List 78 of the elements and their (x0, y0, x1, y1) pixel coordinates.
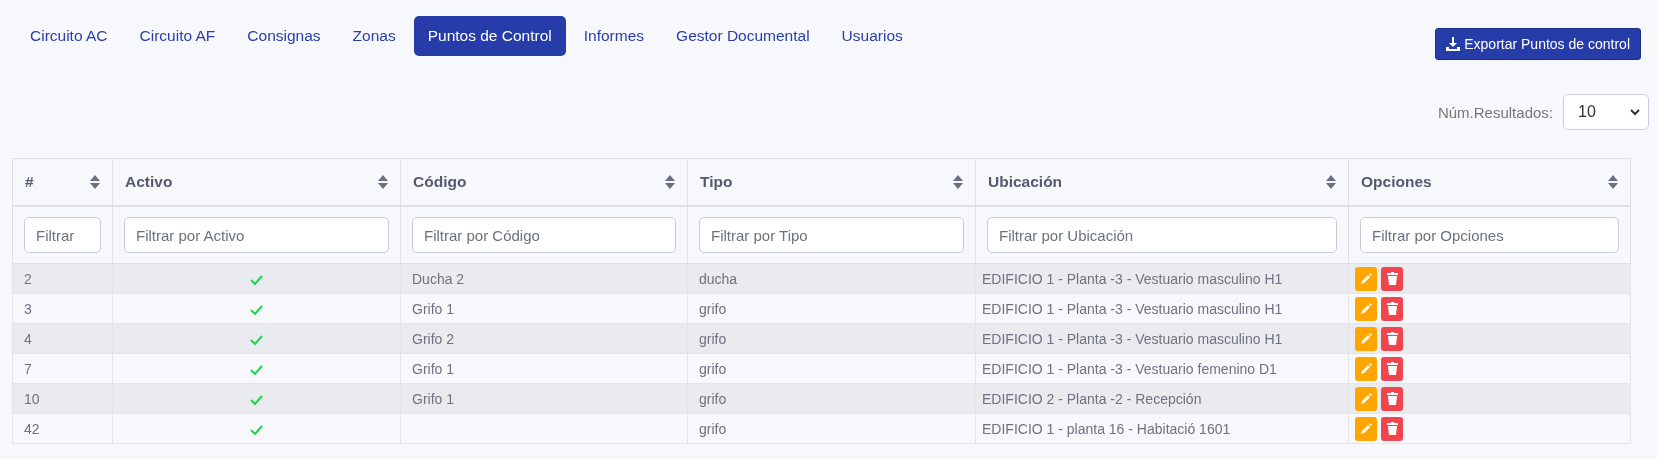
table-cell: 42 (24, 420, 40, 437)
chevron-icon (1630, 108, 1640, 116)
nav-tab[interactable]: Gestor Documental (662, 16, 824, 56)
filter-field[interactable]: Filtrar por Opciones (1360, 217, 1619, 253)
nav-tab[interactable]: Usuarios (827, 16, 917, 56)
column-header[interactable]: Opciones (1361, 173, 1432, 191)
trash-icon (1386, 272, 1398, 285)
pencil-icon (1360, 392, 1372, 405)
table-cell: Grifo 1 (412, 360, 454, 377)
table-cell: Grifo 2 (412, 330, 454, 347)
trash-icon (1386, 302, 1398, 315)
sort-icon[interactable] (1608, 175, 1618, 189)
pencil-icon (1360, 272, 1372, 285)
column-header[interactable]: Código (413, 173, 467, 191)
edit-button[interactable] (1355, 326, 1377, 351)
download-icon (1446, 37, 1461, 51)
results-label: Núm.Resultados: (1437, 103, 1553, 121)
edit-button[interactable] (1355, 386, 1377, 411)
column-header[interactable]: Ubicación (988, 173, 1063, 191)
edit-button[interactable] (1355, 296, 1377, 321)
delete-button[interactable] (1381, 296, 1403, 321)
filter-field[interactable]: Filtrar por Código (412, 217, 676, 253)
delete-button[interactable] (1381, 386, 1403, 411)
nav-tab[interactable]: Informes (569, 16, 659, 56)
table-cell: 3 (24, 300, 32, 317)
nav-tab[interactable]: Consignas (233, 16, 335, 56)
table-cell: EDIFICIO 1 - Planta -3 - Vestuario femenino D1 (982, 360, 1277, 377)
column-header[interactable]: Activo (125, 173, 173, 191)
nav-tab[interactable]: Zonas (338, 16, 410, 56)
delete-button[interactable] (1381, 266, 1403, 291)
trash-icon (1386, 332, 1398, 345)
filter-field[interactable]: Filtrar por Activo (124, 217, 389, 253)
export-button[interactable]: Exportar Puntos de control (1435, 28, 1641, 60)
nav-tab[interactable]: Circuito AF (125, 16, 230, 56)
table-cell: grifo (699, 420, 727, 437)
trash-icon (1386, 392, 1398, 405)
edit-button[interactable] (1355, 356, 1377, 381)
table-cell: 4 (24, 330, 32, 347)
pencil-icon (1360, 422, 1372, 435)
sort-icon[interactable] (665, 175, 675, 189)
table-cell: EDIFICIO 1 - Planta -3 - Vestuario masculino H1 (982, 330, 1283, 347)
table-cell: grifo (699, 300, 727, 317)
table-cell: Ducha 2 (412, 270, 465, 287)
table-cell: EDIFICIO 1 - Planta -3 - Vestuario masculino H1 (982, 270, 1283, 287)
table-cell: grifo (699, 360, 727, 377)
table-cell: 7 (24, 360, 32, 377)
edit-button[interactable] (1355, 416, 1377, 441)
table-cell: ducha (699, 270, 738, 287)
nav-tab[interactable]: Puntos de Control (413, 16, 566, 56)
delete-button[interactable] (1381, 416, 1403, 441)
sort-icon[interactable] (953, 175, 963, 189)
table-cell: EDIFICIO 2 - Planta -2 - Recepción (982, 390, 1202, 407)
sort-icon[interactable] (378, 175, 388, 189)
table-cell: EDIFICIO 1 - planta 16 - Habitació 1601 (982, 420, 1231, 437)
filter-field[interactable]: Filtrar por Ubicación (987, 217, 1337, 253)
filter-field[interactable]: Filtrar (24, 217, 101, 253)
trash-icon (1386, 362, 1398, 375)
sort-icon[interactable] (90, 175, 100, 189)
results-select[interactable]: 10 (1563, 94, 1649, 130)
pencil-icon (1360, 362, 1372, 375)
column-header[interactable]: Tipo (700, 173, 733, 191)
table-cell: Grifo 1 (412, 390, 454, 407)
table-cell: 2 (24, 270, 32, 287)
table-cell: grifo (699, 330, 727, 347)
delete-button[interactable] (1381, 356, 1403, 381)
table-cell: 10 (24, 390, 40, 407)
sort-icon[interactable] (1326, 175, 1336, 189)
column-header[interactable]: # (25, 173, 34, 191)
trash-icon (1386, 422, 1398, 435)
pencil-icon (1360, 302, 1372, 315)
pencil-icon (1360, 332, 1372, 345)
delete-button[interactable] (1381, 326, 1403, 351)
nav-tab[interactable]: Circuito AC (16, 16, 122, 56)
edit-button[interactable] (1355, 266, 1377, 291)
table-cell: EDIFICIO 1 - Planta -3 - Vestuario masculino H1 (982, 300, 1283, 317)
table-cell: grifo (699, 390, 727, 407)
table-cell: Grifo 1 (412, 300, 454, 317)
filter-field[interactable]: Filtrar por Tipo (699, 217, 964, 253)
